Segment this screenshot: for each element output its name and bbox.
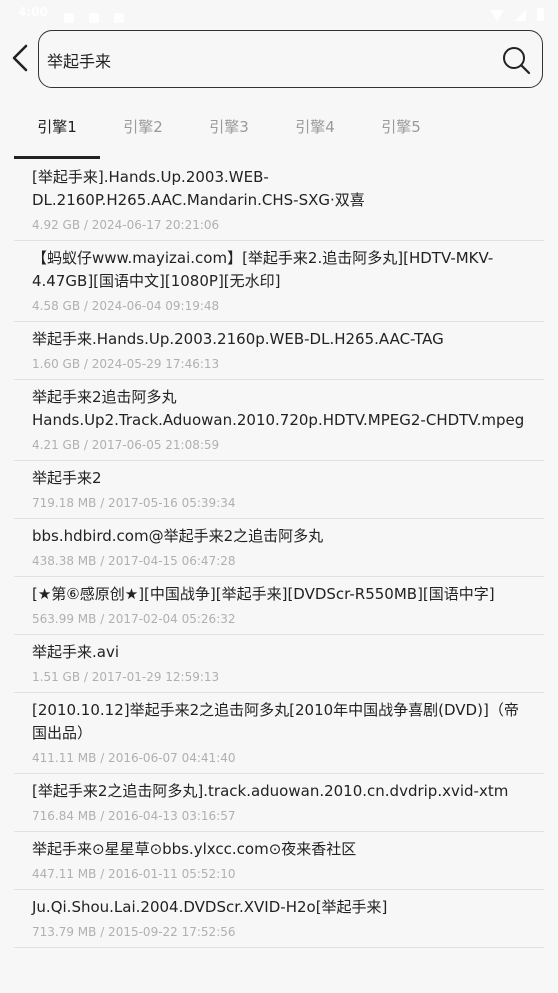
result-title: [2010.10.12]举起手来2之追击阿多丸[2010年中国战争喜剧(DVD)… xyxy=(32,701,519,742)
result-title: [举起手来2之追击阿多丸].track.aduowan.2010.cn.dvdr… xyxy=(32,782,509,800)
notification-icon xyxy=(114,13,125,23)
result-item[interactable]: [举起手来2之追击阿多丸].track.aduowan.2010.cn.dvdr… xyxy=(14,774,544,832)
result-title: 举起手来⊙星星草⊙bbs.ylxcc.com⊙夜来香社区 xyxy=(32,840,357,858)
result-title: 【蚂蚁仔www.mayizai.com】[举起手来2.追击阿多丸][HDTV-M… xyxy=(32,249,494,290)
result-item[interactable]: 举起手来2追击阿多丸Hands.Up2.Track.Aduowan.2010.7… xyxy=(14,380,544,461)
result-title: [★第⑥感原创★][中国战争][举起手来][DVDScr-R550MB][国语中… xyxy=(32,585,495,603)
battery-icon xyxy=(537,8,544,21)
tab-engine-4[interactable]: 引擎4 xyxy=(272,106,358,148)
result-item[interactable]: Ju.Qi.Shou.Lai.2004.DVDScr.XVID-H2o[举起手来… xyxy=(14,890,544,948)
search-input[interactable] xyxy=(47,45,487,75)
system-icons xyxy=(484,6,544,25)
search-box xyxy=(38,30,543,88)
result-meta: 447.11 MB / 2016-01-11 05:52:10 xyxy=(32,867,236,881)
result-meta: 4.58 GB / 2024-06-04 09:19:48 xyxy=(32,299,220,313)
status-time: 4:00 xyxy=(18,5,48,19)
result-meta: 1.51 GB / 2017-01-29 12:59:13 xyxy=(32,670,220,684)
result-meta: 713.79 MB / 2015-09-22 17:52:56 xyxy=(32,925,236,939)
tab-engine-3[interactable]: 引擎3 xyxy=(186,106,272,148)
result-item[interactable]: [举起手来].Hands.Up.2003.WEB-DL.2160P.H265.A… xyxy=(14,160,544,241)
result-meta: 438.38 MB / 2017-04-15 06:47:28 xyxy=(32,554,236,568)
result-meta: 719.18 MB / 2017-05-16 05:39:34 xyxy=(32,496,236,510)
result-title: bbs.hdbird.com@举起手来2之追击阿多丸 xyxy=(32,527,324,545)
result-item[interactable]: 举起手来.Hands.Up.2003.2160p.WEB-DL.H265.AAC… xyxy=(14,322,544,380)
result-title: 举起手来.avi xyxy=(32,643,120,661)
tab-engine-5[interactable]: 引擎5 xyxy=(358,106,444,148)
result-item[interactable]: [★第⑥感原创★][中国战争][举起手来][DVDScr-R550MB][国语中… xyxy=(14,577,544,635)
wifi-icon xyxy=(489,10,504,21)
search-button[interactable] xyxy=(500,44,532,76)
result-item[interactable]: [2010.10.12]举起手来2之追击阿多丸[2010年中国战争喜剧(DVD)… xyxy=(14,693,544,774)
result-meta: 4.92 GB / 2024-06-17 20:21:06 xyxy=(32,218,220,232)
chevron-left-icon xyxy=(12,44,28,72)
result-item[interactable]: bbs.hdbird.com@举起手来2之追击阿多丸 438.38 MB / 2… xyxy=(14,519,544,577)
notification-icons xyxy=(64,8,134,27)
engine-tabs: 引擎1 引擎2 引擎3 引擎4 引擎5 xyxy=(0,106,558,159)
top-bar xyxy=(0,28,558,90)
tab-engine-1[interactable]: 引擎1 xyxy=(14,106,100,148)
result-title: 举起手来2 xyxy=(32,469,102,487)
result-title: Ju.Qi.Shou.Lai.2004.DVDScr.XVID-H2o[举起手来… xyxy=(32,898,388,916)
result-title: 举起手来.Hands.Up.2003.2160p.WEB-DL.H265.AAC… xyxy=(32,330,444,348)
search-icon xyxy=(503,47,531,75)
result-meta: 716.84 MB / 2016-04-13 03:16:57 xyxy=(32,809,236,823)
notification-icon xyxy=(89,13,100,23)
signal-icon xyxy=(514,10,526,21)
result-title: [举起手来].Hands.Up.2003.WEB-DL.2160P.H265.A… xyxy=(32,168,365,209)
result-meta: 411.11 MB / 2016-06-07 04:41:40 xyxy=(32,751,236,765)
result-item[interactable]: 举起手来2 719.18 MB / 2017-05-16 05:39:34 xyxy=(14,461,544,519)
tab-engine-2[interactable]: 引擎2 xyxy=(100,106,186,148)
result-item[interactable]: 【蚂蚁仔www.mayizai.com】[举起手来2.追击阿多丸][HDTV-M… xyxy=(14,241,544,322)
result-meta: 1.60 GB / 2024-05-29 17:46:13 xyxy=(32,357,220,371)
back-button[interactable] xyxy=(6,38,36,78)
result-meta: 563.99 MB / 2017-02-04 05:26:32 xyxy=(32,612,236,626)
result-meta: 4.21 GB / 2017-06-05 21:08:59 xyxy=(32,438,220,452)
result-item[interactable]: 举起手来.avi 1.51 GB / 2017-01-29 12:59:13 xyxy=(14,635,544,693)
notification-icon xyxy=(64,13,74,23)
status-bar: 4:00 xyxy=(0,0,558,26)
tab-indicator xyxy=(14,156,100,159)
result-item[interactable]: 举起手来⊙星星草⊙bbs.ylxcc.com⊙夜来香社区 447.11 MB /… xyxy=(14,832,544,890)
result-list: [举起手来].Hands.Up.2003.WEB-DL.2160P.H265.A… xyxy=(14,160,544,948)
result-title: 举起手来2追击阿多丸Hands.Up2.Track.Aduowan.2010.7… xyxy=(32,388,525,429)
